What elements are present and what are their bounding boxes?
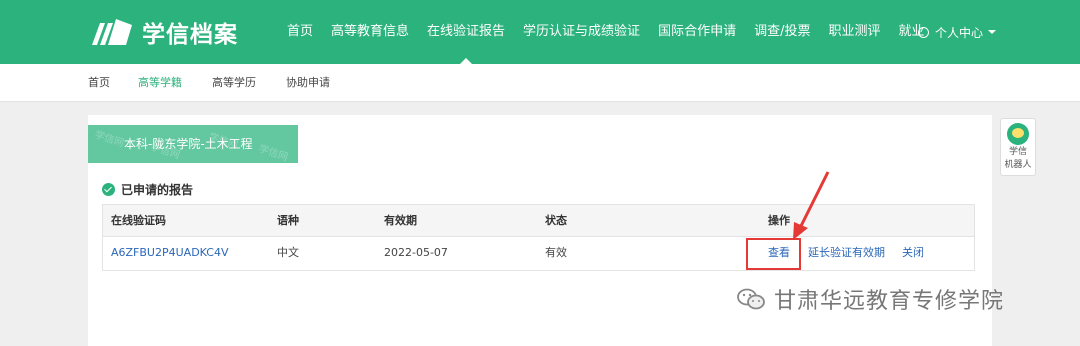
banner-watermark: 学信网 bbox=[257, 143, 290, 163]
red-arrow-icon bbox=[793, 171, 830, 240]
robot-icon bbox=[1007, 123, 1029, 145]
nav-online-verification-report[interactable]: 在线验证报告 bbox=[418, 0, 514, 65]
nav-home[interactable]: 首页 bbox=[278, 0, 322, 64]
robot-label-line1: 学信 bbox=[1008, 147, 1027, 157]
caret-down-icon bbox=[988, 30, 997, 34]
table-row: A6ZFBU2P4UADKC4V 中文 2022-05-07 有效 查看 延长验… bbox=[103, 237, 974, 270]
table-header: 在线验证码 语种 有效期 状态 操作 bbox=[103, 205, 974, 237]
subnav-higher-degree[interactable]: 高等学历 bbox=[212, 64, 256, 102]
user-center-label: 个人中心 bbox=[935, 25, 984, 40]
status-cell: 有效 bbox=[545, 246, 567, 259]
subnav-home[interactable]: 首页 bbox=[88, 64, 110, 102]
expiry-cell: 2022-05-07 bbox=[384, 246, 448, 259]
section-title-text: 已申请的报告 bbox=[121, 183, 194, 197]
user-icon bbox=[918, 26, 929, 38]
logo-icon bbox=[92, 19, 132, 45]
section-title: 已申请的报告 bbox=[102, 181, 193, 198]
wechat-icon bbox=[737, 288, 765, 310]
column-header-expiry: 有效期 bbox=[384, 214, 417, 227]
nav-higher-education-info[interactable]: 高等教育信息 bbox=[322, 0, 418, 64]
verification-code-link[interactable]: A6ZFBU2P4UADKC4V bbox=[111, 237, 228, 270]
banner-label: 本科-陇东学院-土木工程 bbox=[124, 137, 253, 151]
sub-navigation: 首页 高等学籍 高等学历 协助申请 bbox=[0, 64, 1080, 102]
assistant-robot-widget[interactable]: 学信 机器人 bbox=[1000, 118, 1036, 176]
column-header-language: 语种 bbox=[277, 214, 299, 227]
top-navigation-bar: 学信档案 首页 高等教育信息 在线验证报告 学历认证与成绩验证 国际合作申请 调… bbox=[0, 0, 1080, 65]
nav-international-cooperation[interactable]: 国际合作申请 bbox=[649, 0, 745, 64]
nav-career-assessment[interactable]: 职业测评 bbox=[819, 0, 889, 64]
main-nav: 首页 高等教育信息 在线验证报告 学历认证与成绩验证 国际合作申请 调查/投票 … bbox=[278, 0, 934, 65]
language-cell: 中文 bbox=[277, 246, 299, 259]
nav-survey-vote[interactable]: 调查/投票 bbox=[745, 0, 819, 64]
close-report-link[interactable]: 关闭 bbox=[902, 237, 924, 270]
reports-table: 在线验证码 语种 有效期 状态 操作 A6ZFBU2P4UADKC4V 中文 2… bbox=[102, 204, 975, 271]
enrollment-banner: 学信网 学信网 学信网 学信网 本科-陇东学院-土木工程 bbox=[88, 125, 298, 163]
robot-label-line2: 机器人 bbox=[1004, 160, 1032, 170]
column-header-code: 在线验证码 bbox=[111, 214, 166, 227]
column-header-status: 状态 bbox=[545, 214, 567, 227]
nav-degree-certification[interactable]: 学历认证与成绩验证 bbox=[514, 0, 649, 64]
subnav-assist-application[interactable]: 协助申请 bbox=[286, 64, 330, 102]
logo[interactable]: 学信档案 bbox=[90, 14, 238, 50]
check-circle-icon bbox=[102, 183, 115, 196]
wechat-watermark: 甘肃华远教育专修学院 bbox=[736, 283, 1004, 315]
user-center-menu[interactable]: 个人中心 bbox=[918, 0, 997, 64]
logo-text: 学信档案 bbox=[142, 22, 238, 48]
subnav-higher-enrollment[interactable]: 高等学籍 bbox=[138, 64, 182, 102]
wechat-watermark-text: 甘肃华远教育专修学院 bbox=[774, 289, 1005, 314]
